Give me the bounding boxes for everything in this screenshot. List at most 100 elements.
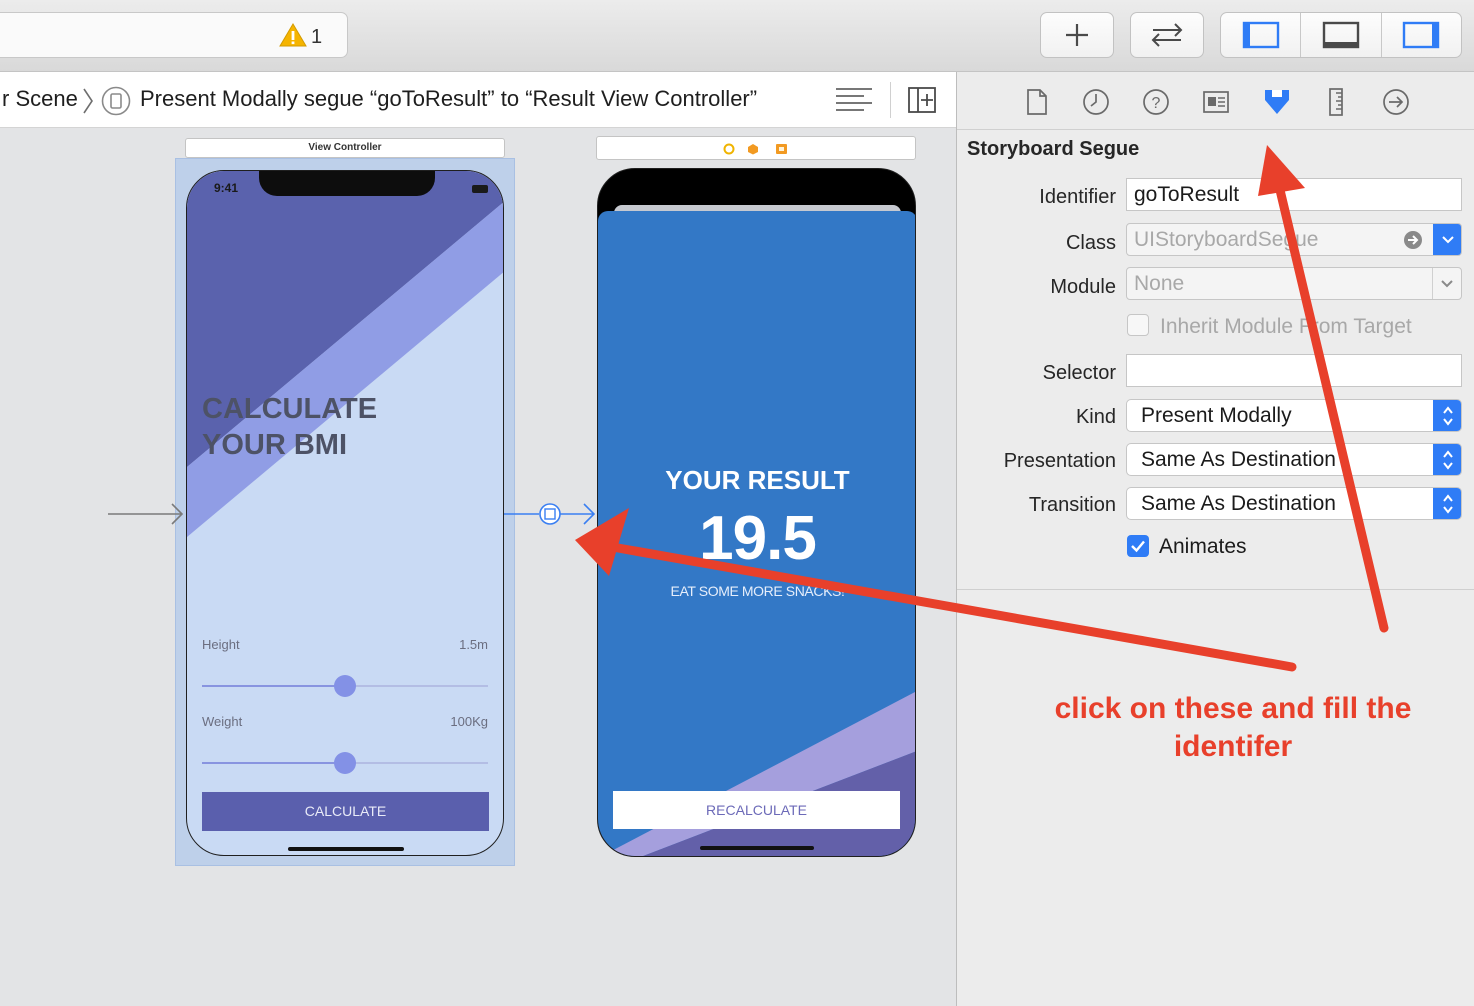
view-controller-phone[interactable]: 9:41 CALCULATE YOUR BMI Height 1.5m Weig…	[186, 170, 504, 856]
height-value[interactable]: 1.5m	[459, 637, 488, 652]
height-label[interactable]: Height	[202, 637, 240, 652]
code-review-button[interactable]	[1130, 12, 1204, 58]
panel-toggle-segment	[1220, 12, 1462, 58]
transition-value: Same As Destination	[1141, 492, 1336, 515]
chevron-right-icon	[83, 88, 93, 114]
class-label: Class	[1065, 232, 1116, 254]
status-time: 9:41	[214, 181, 239, 195]
annotation-text: click on these and fill the identifer	[1054, 692, 1412, 763]
home-indicator	[700, 846, 814, 850]
add-editor-icon[interactable]	[907, 86, 937, 114]
inherit-module-label: Inherit Module From Target	[1160, 315, 1412, 338]
activity-viewer[interactable]: 1	[0, 12, 348, 58]
animates-label: Animates	[1159, 535, 1247, 558]
file-inspector-icon[interactable]	[1025, 88, 1049, 116]
segue-icon	[101, 86, 131, 116]
identity-inspector-icon[interactable]	[1202, 90, 1230, 114]
attributes-inspector: ? Storyboard Segue Identifier goToResult…	[956, 72, 1474, 1006]
breadcrumb-scene[interactable]: r Scene	[2, 86, 78, 112]
inspector-tab-bar: ?	[957, 72, 1474, 130]
help-inspector-icon[interactable]: ?	[1142, 88, 1170, 116]
identifier-field[interactable]: goToResult	[1126, 178, 1462, 211]
weight-slider-thumb[interactable]	[334, 752, 356, 774]
presentation-value: Same As Destination	[1141, 448, 1336, 471]
go-arrow-icon[interactable]	[1403, 230, 1423, 250]
kind-stepper[interactable]	[1433, 400, 1461, 431]
headline[interactable]: CALCULATE YOUR BMI	[202, 391, 377, 463]
weight-value[interactable]: 100Kg	[450, 714, 488, 729]
class-placeholder: UIStoryboardSegue	[1134, 228, 1319, 251]
chevron-down-icon	[1441, 279, 1453, 287]
result-value[interactable]: 19.5	[598, 503, 915, 574]
result-advice[interactable]: EAT SOME MORE SNACKS!	[598, 583, 915, 599]
weight-label[interactable]: Weight	[202, 714, 242, 729]
storyboard-canvas[interactable]: View Controller 9:41 CALCULATE YOUR BMI …	[0, 128, 956, 1006]
attributes-inspector-icon[interactable]	[1261, 86, 1293, 118]
history-inspector-icon[interactable]	[1082, 88, 1110, 116]
home-indicator	[288, 847, 404, 851]
presentation-label: Presentation	[1003, 450, 1116, 472]
presentation-popup[interactable]: Same As Destination	[1126, 443, 1462, 476]
jump-bar: r Scene Present Modally segue “goToResul…	[0, 72, 956, 128]
device-notch	[259, 171, 435, 196]
right-panel-icon	[1403, 21, 1440, 49]
weight-slider-track[interactable]	[202, 752, 488, 774]
initial-vc-arrow	[108, 503, 184, 525]
battery-icon	[472, 185, 488, 193]
section-title: Storyboard Segue	[967, 138, 1140, 160]
transition-label: Transition	[1028, 494, 1116, 516]
result-scene-dock[interactable]	[596, 136, 916, 160]
scene-dock-icons	[723, 143, 787, 155]
debug-area-toggle-button[interactable]	[1301, 13, 1382, 57]
result-view-controller-phone[interactable]: YOUR RESULT 19.5 EAT SOME MORE SNACKS! R…	[597, 168, 916, 857]
size-inspector-icon[interactable]	[1327, 87, 1345, 117]
selector-field[interactable]	[1126, 354, 1462, 387]
svg-text:?: ?	[1152, 95, 1161, 112]
result-card: YOUR RESULT 19.5 EAT SOME MORE SNACKS! R…	[598, 211, 915, 856]
height-slider-thumb[interactable]	[334, 675, 356, 697]
navigator-toggle-button[interactable]	[1221, 13, 1302, 57]
library-button[interactable]	[1040, 12, 1114, 58]
left-panel-icon	[1242, 21, 1279, 49]
kind-popup[interactable]: Present Modally	[1126, 399, 1462, 432]
warning-icon[interactable]	[279, 23, 307, 47]
headline-line-2: YOUR BMI	[202, 429, 347, 461]
bottom-panel-icon	[1322, 21, 1360, 49]
module-dropdown-button[interactable]	[1432, 268, 1461, 299]
connections-inspector-icon[interactable]	[1382, 88, 1410, 116]
jumpbar-divider	[890, 82, 891, 118]
breadcrumb-segue[interactable]: Present Modally segue “goToResult” to “R…	[140, 86, 757, 112]
view-controller-scene-title[interactable]: View Controller	[185, 138, 505, 158]
module-placeholder: None	[1134, 272, 1185, 295]
up-down-chevrons-icon	[1442, 405, 1453, 426]
segue-connector[interactable]	[504, 498, 598, 530]
animates-checkbox[interactable]	[1127, 535, 1149, 557]
class-field[interactable]: UIStoryboardSegue	[1126, 223, 1462, 256]
presentation-stepper[interactable]	[1433, 444, 1461, 475]
warning-count: 1	[311, 26, 323, 48]
calculate-button[interactable]: CALCULATE	[202, 792, 489, 831]
weight-slider-fill	[202, 762, 345, 764]
plus-icon	[1066, 24, 1088, 46]
headline-line-1: CALCULATE	[202, 393, 378, 425]
identifier-label: Identifier	[1039, 186, 1116, 208]
up-down-chevrons-icon	[1442, 493, 1453, 514]
transition-stepper[interactable]	[1433, 488, 1461, 519]
result-title[interactable]: YOUR RESULT	[598, 465, 915, 496]
related-items-icon[interactable]	[834, 86, 874, 114]
module-label: Module	[1050, 276, 1116, 298]
height-slider-fill	[202, 685, 345, 687]
kind-label: Kind	[1075, 406, 1116, 428]
inspector-toggle-button[interactable]	[1382, 13, 1461, 57]
chevron-down-icon	[1441, 235, 1454, 243]
transition-popup[interactable]: Same As Destination	[1126, 487, 1462, 520]
window-toolbar: 1	[0, 0, 1474, 72]
up-down-chevrons-icon	[1442, 449, 1453, 470]
module-field[interactable]: None	[1126, 267, 1462, 300]
recalculate-button[interactable]: RECALCULATE	[613, 791, 900, 829]
inherit-module-checkbox[interactable]	[1127, 314, 1149, 336]
kind-value: Present Modally	[1141, 404, 1292, 427]
height-slider-track[interactable]	[202, 675, 488, 697]
class-dropdown-button[interactable]	[1433, 224, 1461, 255]
section-divider	[957, 589, 1474, 590]
